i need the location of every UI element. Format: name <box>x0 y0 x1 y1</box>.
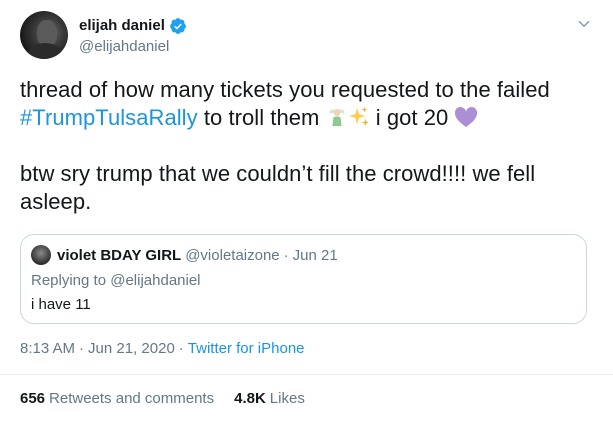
tweet-text-part: i got 20 <box>369 105 455 130</box>
quoted-author-name: violet BDAY GIRL <box>57 246 182 264</box>
avatar-shoulder <box>28 43 62 59</box>
author-display-name-row[interactable]: elijah daniel <box>79 16 187 35</box>
tweet-time[interactable]: 8:13 AM <box>20 340 75 357</box>
tweet-text-part: thread of how many tickets you requested… <box>20 77 550 102</box>
sparkles-emoji-icon <box>348 106 369 127</box>
quoted-separator: · <box>283 246 289 264</box>
tweet-source-link[interactable]: Twitter for iPhone <box>188 340 305 357</box>
fairy-emoji-icon <box>329 108 344 127</box>
retweets-stat[interactable]: 656 Retweets and comments <box>20 390 214 407</box>
tweet-date[interactable]: Jun 21, 2020 <box>88 340 175 357</box>
replying-to-label: Replying to <box>31 272 107 289</box>
quoted-tweet-header: violet BDAY GIRL @violetaizone · Jun 21 <box>31 245 338 265</box>
retweets-label: Retweets and comments <box>49 390 215 407</box>
tweet-paragraph-2: btw sry trump that we couldn’t fill the … <box>20 161 536 214</box>
hashtag-link[interactable]: #TrumpTulsaRally <box>20 105 198 130</box>
quoted-author-handle: @violetaizone <box>185 246 280 264</box>
quoted-replying-to: Replying to @elijahdaniel <box>31 272 201 289</box>
quoted-tweet[interactable]: violet BDAY GIRL @violetaizone · Jun 21 … <box>20 234 587 324</box>
tweet-text-part: to troll them <box>197 105 320 130</box>
replying-to-handle: @elijahdaniel <box>110 272 201 289</box>
chevron-down-icon[interactable] <box>575 15 593 33</box>
tweet-paragraph-1: thread of how many tickets you requested… <box>20 76 600 132</box>
author-avatar[interactable] <box>20 11 68 59</box>
meta-separator: · <box>178 340 184 357</box>
likes-label: Likes <box>269 390 305 407</box>
purple-heart-emoji-icon <box>455 106 478 127</box>
tweet-meta: 8:13 AM · Jun 21, 2020 · Twitter for iPh… <box>20 340 305 357</box>
meta-separator: · <box>79 340 85 357</box>
verified-badge-icon <box>169 17 186 34</box>
tweet-header: elijah daniel @elijahdaniel <box>20 10 595 60</box>
quoted-author-avatar <box>31 245 51 265</box>
quoted-date: Jun 21 <box>292 246 338 264</box>
tweet-stats: 656 Retweets and comments 4.8K Likes <box>20 390 325 407</box>
likes-stat[interactable]: 4.8K Likes <box>234 390 305 407</box>
quoted-tweet-text: i have 11 <box>31 296 91 313</box>
likes-count: 4.8K <box>234 390 266 407</box>
author-handle[interactable]: @elijahdaniel <box>79 37 187 56</box>
author-names: elijah daniel @elijahdaniel <box>79 16 187 56</box>
tweet-body: thread of how many tickets you requested… <box>20 76 600 216</box>
stats-divider <box>0 374 613 375</box>
author-display-name[interactable]: elijah daniel <box>79 16 165 35</box>
retweets-count: 656 <box>20 390 46 407</box>
